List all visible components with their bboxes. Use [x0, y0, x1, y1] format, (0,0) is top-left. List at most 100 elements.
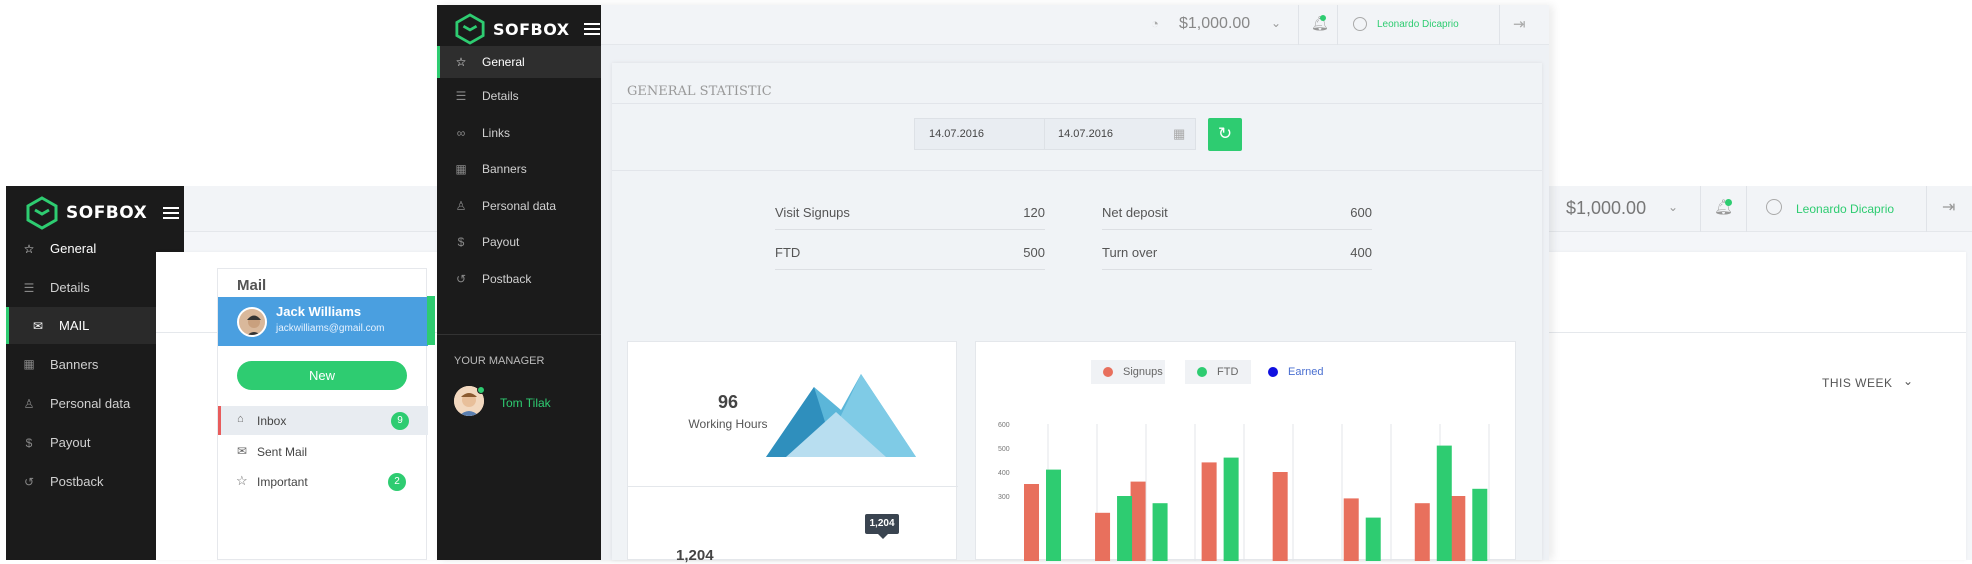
stat-value: 600 [1350, 205, 1372, 220]
star-icon: ☆ [23, 241, 35, 256]
mail-account[interactable]: Jack Williams jackwilliams@gmail.com [218, 297, 428, 346]
front-nav-personal[interactable]: ♙ Personal data [437, 187, 601, 224]
bar-signups[interactable] [1272, 472, 1288, 561]
back-balance[interactable]: $1,000.00 [1566, 198, 1646, 219]
stat-label: Visit Signups [775, 205, 850, 220]
legend-dot [1103, 367, 1113, 377]
bar-ftd[interactable] [1152, 503, 1168, 561]
grid-icon: ▦ [23, 357, 35, 371]
hours-card: 96 Working Hours 1,204 1,204 [627, 341, 958, 564]
mail-folder-important[interactable]: ☆ Important 2 [218, 467, 428, 496]
bar-ftd[interactable] [1365, 517, 1381, 561]
legend-ftd[interactable]: FTD [1185, 360, 1251, 384]
stat-label: Turn over [1102, 245, 1158, 260]
front-screen: SOFBOX ☆ General ☰ Details ∞ Links ▦ Banners… [437, 5, 1549, 564]
front-nav-label: Links [482, 125, 511, 140]
mail-folder-sent[interactable]: ✉ Sent Mail [218, 437, 428, 466]
front-username[interactable]: Leonardo Dicaprio [1377, 19, 1459, 30]
tooltip-arrow [878, 534, 888, 539]
front-notification-dot [1320, 15, 1326, 21]
bar-signups[interactable] [1130, 481, 1146, 561]
star-icon: ☆ [455, 55, 467, 69]
bar-ftd[interactable] [1117, 496, 1133, 561]
back-chevron-down-icon[interactable]: ⌄ [1668, 200, 1678, 214]
back-brand: SOFBOX [66, 203, 148, 223]
mail-folder-count: 2 [388, 473, 406, 491]
back-nav-label: MAIL [59, 318, 90, 333]
back-username[interactable]: Leonardo Dicaprio [1796, 202, 1894, 216]
mail-panel: Mail Jack Williams jackwilliams@gmail.co… [217, 268, 428, 560]
date-range: 14.07.2016 14.07.2016 ▦ [914, 118, 1196, 150]
filter-divider [612, 170, 1542, 171]
bar-signups[interactable] [1343, 498, 1359, 561]
section-title: GENERAL STATISTIC [627, 84, 772, 99]
bar-ftd[interactable] [1046, 469, 1061, 561]
mail-folder-label: Sent Mail [257, 445, 308, 459]
front-nav-general[interactable]: ☆ General [437, 46, 601, 78]
front-nav-details[interactable]: ☰ Details [437, 78, 601, 114]
front-sidebar-divider [437, 334, 601, 335]
mail-folder-inbox[interactable]: ⌂ Inbox 9 [218, 406, 428, 435]
date-from-input[interactable]: 14.07.2016 [929, 128, 984, 140]
front-balance[interactable]: $1,000.00 [1179, 15, 1250, 33]
manager-online-dot [477, 386, 485, 394]
y-tick-label: 500 [998, 446, 1010, 453]
legend-signups[interactable]: Signups [1091, 360, 1165, 384]
back-user-icon [1766, 199, 1782, 215]
bar-chart: 300 400 500 600 [998, 422, 1490, 561]
date-to-input[interactable]: 14.07.2016 [1058, 128, 1113, 140]
front-nav-label: Postback [482, 271, 532, 286]
back-nav-label: General [50, 241, 97, 256]
back-logout-icon[interactable]: ⇥ [1942, 197, 1955, 217]
bar-signups[interactable] [1024, 484, 1039, 561]
mail-new-button[interactable]: New [237, 361, 407, 390]
mail-account-name: Jack Williams [276, 304, 362, 319]
back-week-filter[interactable]: THIS WEEK [1822, 376, 1893, 390]
stat-value: 400 [1350, 245, 1372, 260]
bar-signups[interactable] [1095, 512, 1111, 561]
y-tick-label: 400 [998, 470, 1010, 477]
mail-folder-label: Important [257, 475, 308, 489]
bar-signups[interactable] [1450, 496, 1466, 561]
mail-icon: ✉ [32, 318, 44, 333]
link-icon: ∞ [456, 125, 466, 140]
refresh-button[interactable]: ↻ [1208, 118, 1242, 151]
grid-icon: ▦ [455, 162, 467, 176]
bar-signups[interactable] [1201, 462, 1217, 561]
person-icon: ♙ [23, 396, 35, 411]
bar-ftd[interactable] [1472, 488, 1488, 561]
legend-earned[interactable]: Earned [1256, 360, 1330, 384]
front-menu-toggle-icon[interactable] [583, 23, 600, 35]
front-nav-postback[interactable]: ↺ Postback [437, 260, 601, 297]
cube-logo-icon [455, 13, 485, 45]
wallet-icon: $ [457, 235, 465, 249]
manager-heading: YOUR MANAGER [454, 355, 545, 367]
back-menu-toggle-icon[interactable] [163, 207, 180, 219]
back-nav-label: Personal data [50, 396, 131, 411]
bar-ftd[interactable] [1436, 445, 1452, 561]
mail-folder-count: 9 [391, 412, 409, 430]
front-logout-icon[interactable]: ⇥ [1513, 15, 1526, 33]
front-nav-label: Details [482, 89, 519, 103]
hours-card-divider [628, 486, 958, 487]
back-logo[interactable]: SOFBOX [26, 196, 180, 230]
legend-dot [1197, 367, 1207, 377]
bar-signups[interactable] [1414, 503, 1430, 561]
front-nav-banners[interactable]: ▦ Banners [437, 151, 601, 187]
stat-ftd: FTD 500 [775, 243, 1045, 270]
front-chevron-down-icon[interactable]: ⌄ [1271, 16, 1281, 30]
chart-card: Signups FTD Earned 300 400 500 600 [975, 341, 1516, 561]
calendar-icon[interactable]: ▦ [1173, 126, 1185, 142]
back-nav-label: Details [50, 280, 90, 295]
front-nav-links[interactable]: ∞ Links [437, 114, 601, 151]
manager-name[interactable]: Tom Tilak [500, 396, 551, 410]
front-logo[interactable]: SOFBOX [455, 13, 600, 45]
front-nav-label: General [482, 55, 525, 69]
front-sidebar: SOFBOX ☆ General ☰ Details ∞ Links ▦ Banners… [437, 5, 601, 560]
stat-net-deposit: Net deposit 600 [1102, 203, 1372, 230]
bar-ftd[interactable] [1223, 457, 1239, 561]
back-week-chevron-icon[interactable]: ⌄ [1903, 374, 1913, 388]
front-nav-payout[interactable]: $ Payout [437, 224, 601, 260]
mail-panel-accent [427, 296, 435, 345]
mail-folder-label: Inbox [257, 414, 287, 428]
